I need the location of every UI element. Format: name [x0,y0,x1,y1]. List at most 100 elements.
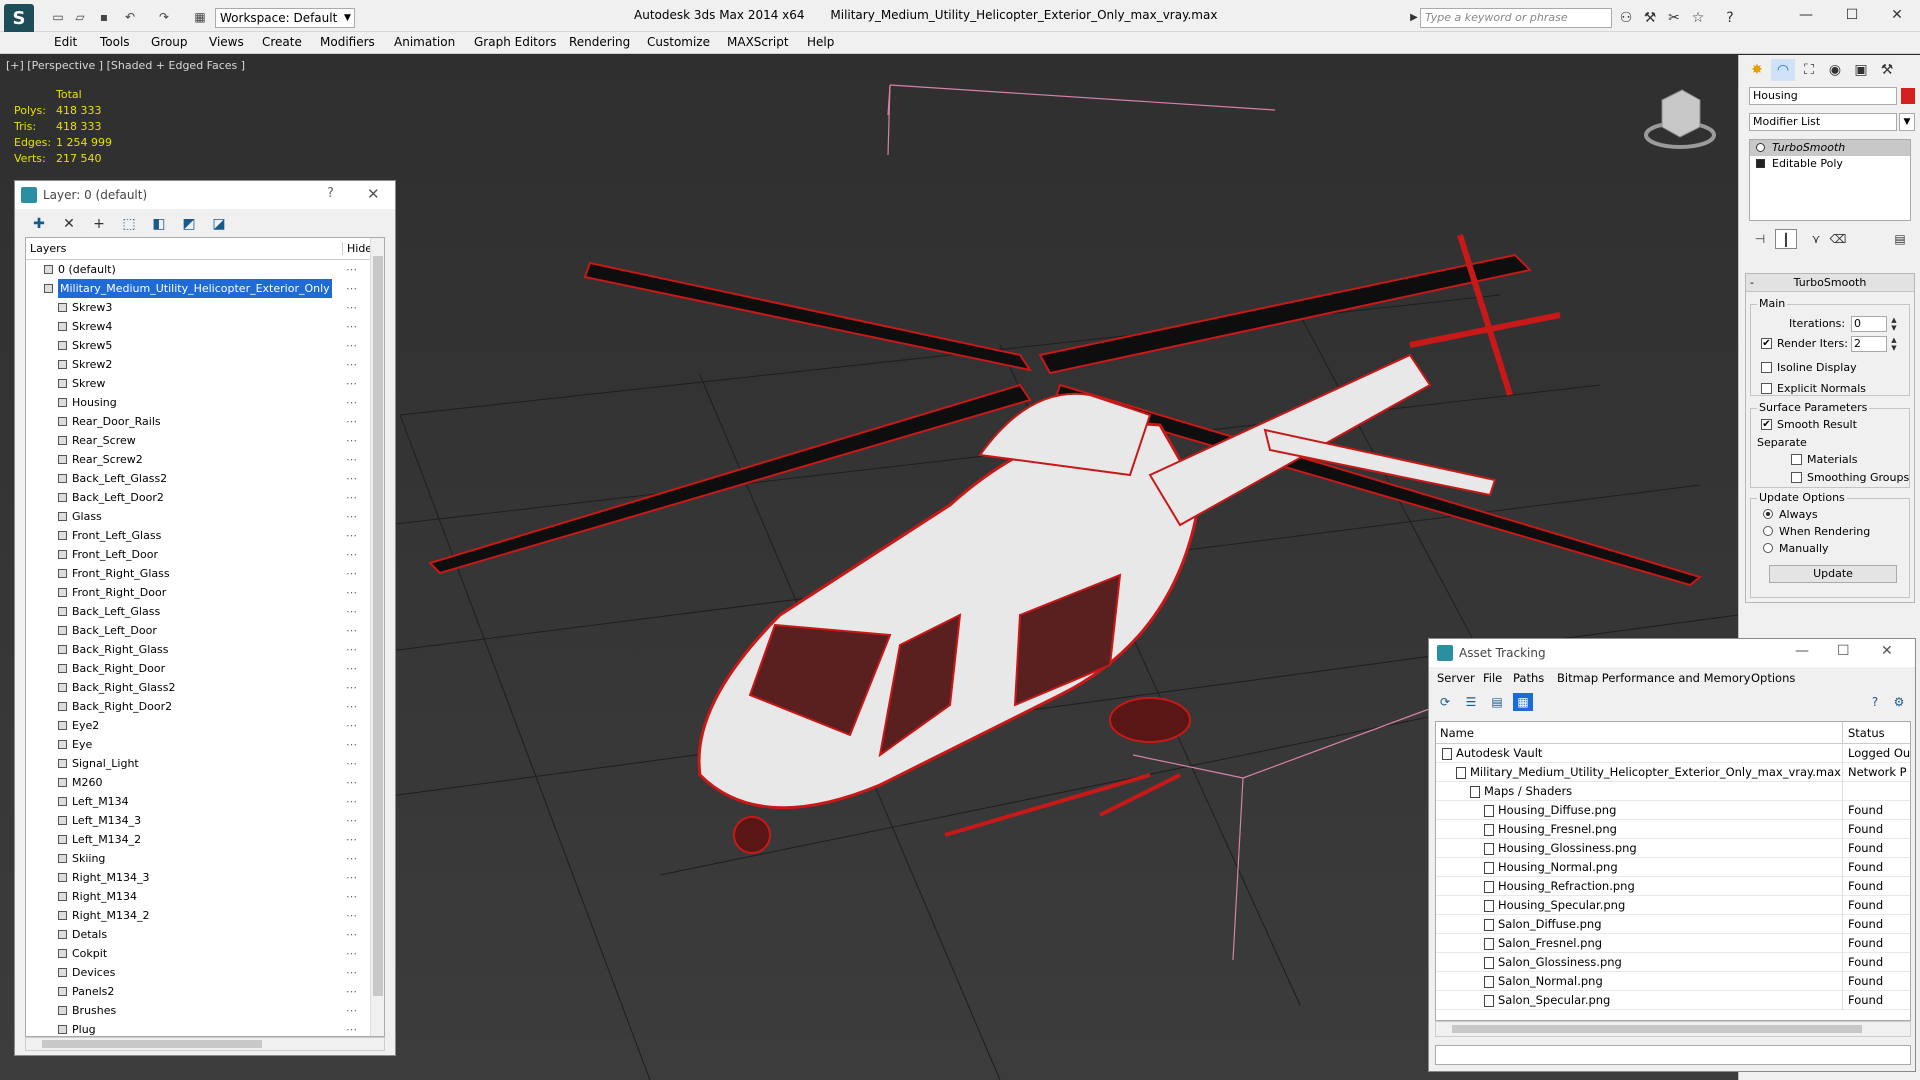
modify-tab-icon[interactable]: ◠ [1771,59,1795,81]
hide-toggle-icon[interactable]: ⋯ [346,355,357,374]
hide-toggle-icon[interactable]: ⋯ [346,944,357,963]
layer-object[interactable]: Right_M134 ⋯ [26,887,384,906]
layer-object[interactable]: Rear_Screw2 ⋯ [26,450,384,469]
app-logo-icon[interactable]: S [4,4,34,34]
layer-vertical-scrollbar[interactable] [370,238,384,1036]
remove-modifier-icon[interactable]: ⌫ [1827,229,1849,249]
layer-default[interactable]: 0 (default) ⋯ [26,260,384,279]
hide-toggle-icon[interactable]: ⋯ [346,906,357,925]
menu-help[interactable]: Help [807,35,834,49]
hide-toggle-icon[interactable]: ⋯ [346,564,357,583]
menu-modifiers[interactable]: Modifiers [320,35,375,49]
make-unique-icon[interactable]: ⋎ [1805,229,1827,249]
asset-row[interactable]: Housing_Diffuse.png Found [1436,801,1910,820]
layer-dialog-titlebar[interactable]: Layer: 0 (default) ? ✕ [15,181,395,209]
iterations-spinner[interactable]: 0 [1851,316,1887,332]
hide-toggle-icon[interactable]: ⋯ [346,469,357,488]
menu-rendering[interactable]: Rendering [569,35,630,49]
menu-tools[interactable]: Tools [100,35,130,49]
list-view-icon[interactable]: ☰ [1461,693,1481,711]
motion-tab-icon[interactable]: ◉ [1823,59,1847,81]
hide-toggle-icon[interactable]: ⋯ [346,925,357,944]
hide-toggle-icon[interactable]: ⋯ [346,298,357,317]
stack-item-editable-poly[interactable]: Editable Poly [1750,156,1910,172]
pin-stack-icon[interactable]: ⊣ [1749,229,1771,249]
asset-path-field[interactable] [1435,1045,1911,1065]
favorites-star-icon[interactable]: ☆ [1688,8,1708,28]
help-icon[interactable]: ? [1720,8,1740,28]
help-icon[interactable]: ? [1865,693,1885,711]
layer-object[interactable]: Right_M134_3 ⋯ [26,868,384,887]
asset-row[interactable]: Salon_Glossiness.png Found [1436,953,1910,972]
render-iters-checkbox[interactable]: ✔ [1761,338,1772,349]
layer-object[interactable]: Left_M134_3 ⋯ [26,811,384,830]
save-icon[interactable]: ▪ [96,9,112,25]
layer-object[interactable]: Skiing ⋯ [26,849,384,868]
hide-toggle-icon[interactable]: ⋯ [346,488,357,507]
layer-object[interactable]: Housing ⋯ [26,393,384,412]
update-button[interactable]: Update [1769,565,1897,583]
layer-object[interactable]: Front_Right_Glass ⋯ [26,564,384,583]
layer-object[interactable]: Back_Right_Door ⋯ [26,659,384,678]
select-objects-icon[interactable]: ⬚ [119,214,139,234]
layer-helicopter[interactable]: Military_Medium_Utility_Helicopter_Exter… [26,279,384,298]
asset-row[interactable]: Salon_Diffuse.png Found [1436,915,1910,934]
hide-toggle-icon[interactable]: ⋯ [346,792,357,811]
asset-row[interactable]: Salon_Fresnel.png Found [1436,934,1910,953]
hide-toggle-icon[interactable]: ⋯ [346,583,357,602]
layer-object[interactable]: M260 ⋯ [26,773,384,792]
menu-maxscript[interactable]: MAXScript [727,35,789,49]
create-layer-icon[interactable]: ✚ [29,214,49,234]
column-status[interactable]: Status [1848,726,1885,740]
hide-toggle-icon[interactable]: ⋯ [346,963,357,982]
layer-object[interactable]: Back_Right_Glass ⋯ [26,640,384,659]
rollout-header[interactable]: - TurboSmooth [1746,274,1914,292]
scrollbar-thumb[interactable] [1452,1025,1862,1033]
asset-row[interactable]: Maps / Shaders [1436,782,1910,801]
maximize-icon[interactable]: ☐ [1837,643,1850,659]
layer-object[interactable]: Left_M134_2 ⋯ [26,830,384,849]
asset-row[interactable]: Autodesk Vault Logged Ou [1436,744,1910,763]
object-color-swatch[interactable] [1901,88,1915,104]
layer-list[interactable]: Layers Hide 0 (default) ⋯ Military_Medium_… [25,237,385,1037]
layer-object[interactable]: Skrew5 ⋯ [26,336,384,355]
minimize-icon[interactable]: — [1783,0,1829,30]
binoculars-icon[interactable]: ⚇ [1616,8,1636,28]
status-icon[interactable]: ⚙ [1889,693,1909,711]
manually-radio[interactable] [1763,543,1773,553]
undo-icon[interactable]: ↶ [122,9,138,25]
hide-all-layers-icon[interactable]: ◩ [179,214,199,234]
hide-toggle-icon[interactable]: ⋯ [346,830,357,849]
hide-toggle-icon[interactable]: ⋯ [346,526,357,545]
hide-toggle-icon[interactable]: ⋯ [346,887,357,906]
viewport-label[interactable]: [+] [Perspective ] [Shaded + Edged Faces… [6,59,245,72]
close-icon[interactable]: ✕ [367,185,380,203]
asset-row[interactable]: Housing_Specular.png Found [1436,896,1910,915]
menu-server[interactable]: Server [1437,671,1475,685]
layer-object[interactable]: Eye ⋯ [26,735,384,754]
show-end-result-icon[interactable]: ┃ [1775,229,1797,249]
redo-icon[interactable]: ↷ [156,9,172,25]
layer-object[interactable]: Left_M134 ⋯ [26,792,384,811]
column-layers[interactable]: Layers [30,242,66,255]
lightbulb-icon[interactable] [1756,143,1765,152]
menu-create[interactable]: Create [262,35,302,49]
table-view-icon[interactable]: ▦ [1513,693,1533,711]
hide-toggle-icon[interactable]: ⋯ [346,849,357,868]
stack-item-turbosmooth[interactable]: TurboSmooth [1750,140,1910,156]
layer-object[interactable]: Panels2 ⋯ [26,982,384,1001]
render-iters-spinner[interactable]: 2 [1851,336,1887,352]
layer-object[interactable]: Right_M134_2 ⋯ [26,906,384,925]
hide-toggle-icon[interactable]: ⋯ [346,393,357,412]
minimize-icon[interactable]: — [1795,643,1809,659]
hide-toggle-icon[interactable]: ⋯ [346,754,357,773]
hide-toggle-icon[interactable]: ⋯ [346,279,357,298]
object-name-field[interactable]: Housing [1749,87,1897,105]
layer-object[interactable]: Skrew3 ⋯ [26,298,384,317]
menu-bitmap-performance[interactable]: Bitmap Performance and Memory [1557,671,1750,685]
menu-file[interactable]: File [1483,671,1502,685]
display-tab-icon[interactable]: ▣ [1849,59,1873,81]
viewcube-icon[interactable] [1644,89,1716,149]
chevron-down-icon[interactable]: ▼ [1899,113,1915,131]
menu-options[interactable]: Options [1751,671,1795,685]
